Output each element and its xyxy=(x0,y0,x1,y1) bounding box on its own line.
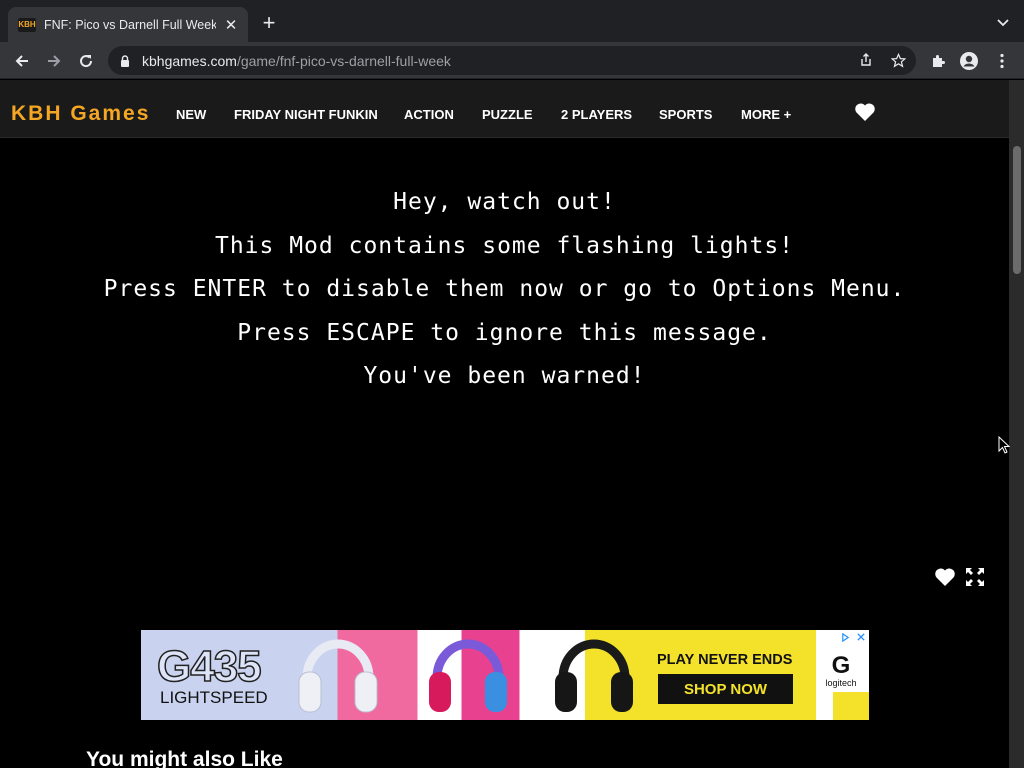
chevron-down-icon[interactable] xyxy=(996,15,1010,29)
tab-title: FNF: Pico vs Darnell Full Week xyxy=(44,17,216,32)
address-toolbar: kbhgames.com/game/fnf-pico-vs-darnell-fu… xyxy=(0,42,1024,79)
browser-tab-bar: KBH FNF: Pico vs Darnell Full Week ✕ + xyxy=(0,0,1024,42)
nav-new[interactable]: NEW xyxy=(176,107,206,122)
warning-line: Press ENTER to disable them now or go to… xyxy=(103,276,906,302)
headset-white-image xyxy=(298,639,378,713)
new-tab-button[interactable]: + xyxy=(258,12,280,34)
lock-icon[interactable] xyxy=(120,54,130,67)
reload-icon xyxy=(80,55,93,68)
logitech-g-icon: G xyxy=(831,652,851,679)
close-icon[interactable]: ✕ xyxy=(222,16,240,34)
close-ad-icon[interactable] xyxy=(857,633,865,641)
arrow-right-icon xyxy=(48,55,61,67)
page-scrollbar[interactable] xyxy=(1009,80,1024,768)
url-bar[interactable]: kbhgames.com/game/fnf-pico-vs-darnell-fu… xyxy=(108,46,916,75)
reload-button[interactable] xyxy=(74,49,98,73)
headset-black-image xyxy=(555,639,633,712)
scrollbar-thumb[interactable] xyxy=(1013,146,1021,274)
ad-model-name: G435 xyxy=(156,641,262,692)
profile-icon[interactable] xyxy=(958,50,980,72)
kebab-menu-icon[interactable] xyxy=(991,50,1013,72)
browser-tab[interactable]: KBH FNF: Pico vs Darnell Full Week ✕ xyxy=(8,7,248,42)
back-button[interactable] xyxy=(10,49,34,73)
nav-action[interactable]: ACTION xyxy=(404,107,454,122)
warning-line: Hey, watch out! xyxy=(393,189,616,215)
extensions-icon[interactable] xyxy=(927,50,949,72)
shop-now-button[interactable]: SHOP NOW xyxy=(658,674,793,704)
bookmark-star-icon[interactable] xyxy=(890,52,906,68)
warning-line: You've been warned! xyxy=(363,363,646,389)
ad-panel xyxy=(833,692,869,720)
favorites-heart-icon[interactable] xyxy=(854,102,876,122)
forward-button[interactable] xyxy=(42,49,66,73)
advertisement-banner[interactable]: G435 LIGHTSPEED PLAY NEVER ENDS SHOP NOW… xyxy=(141,630,869,720)
ad-choices[interactable] xyxy=(837,630,869,644)
site-logo[interactable]: KBH Games xyxy=(11,102,150,126)
url-path: /game/fnf-pico-vs-darnell-full-week xyxy=(236,52,451,69)
headset-blue-pink-image xyxy=(429,639,507,712)
favicon-icon: KBH xyxy=(18,17,36,32)
section-title: You might also Like xyxy=(86,748,283,768)
site-header: KBH Games NEW FRIDAY NIGHT FUNKIN ACTION… xyxy=(0,80,1009,138)
nav-friday-night-funkin[interactable]: FRIDAY NIGHT FUNKIN xyxy=(234,107,378,122)
nav-more[interactable]: MORE + xyxy=(741,107,791,122)
url-host: kbhgames.com xyxy=(142,52,237,69)
nav-2-players[interactable]: 2 PLAYERS xyxy=(561,107,632,122)
nav-sports[interactable]: SPORTS xyxy=(659,107,712,122)
fullscreen-icon[interactable] xyxy=(964,566,986,588)
mouse-cursor-icon xyxy=(998,436,1010,454)
logitech-logo: G logitech xyxy=(821,652,861,689)
nav-puzzle[interactable]: PUZZLE xyxy=(482,107,533,122)
warning-line: Press ESCAPE to ignore this message. xyxy=(237,319,772,346)
ad-tagline: PLAY NEVER ENDS xyxy=(657,652,793,668)
warning-line: This Mod contains some flashing lights! xyxy=(214,232,795,259)
ad-subtitle: LIGHTSPEED xyxy=(160,688,268,707)
share-icon[interactable] xyxy=(858,52,874,68)
game-canvas[interactable]: Hey, watch out! This Mod contains some f… xyxy=(0,184,1009,402)
arrow-left-icon xyxy=(15,55,28,67)
logitech-wordmark: logitech xyxy=(825,678,857,688)
adchoices-icon[interactable] xyxy=(841,632,850,642)
favorite-heart-icon[interactable] xyxy=(934,566,956,588)
page-content: KBH Games NEW FRIDAY NIGHT FUNKIN ACTION… xyxy=(0,80,1009,768)
